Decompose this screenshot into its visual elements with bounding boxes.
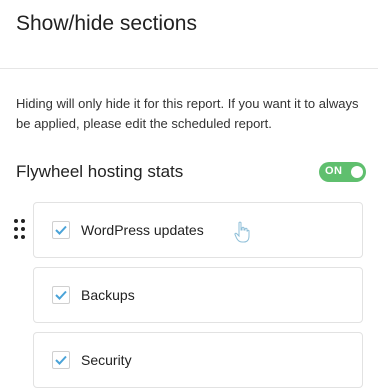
checkbox[interactable] xyxy=(52,286,70,304)
item-label: WordPress updates xyxy=(81,222,204,238)
item-label: Backups xyxy=(81,287,135,303)
page-title: Show/hide sections xyxy=(16,12,197,35)
checkmark-icon xyxy=(55,225,67,235)
toggle-knob xyxy=(351,166,363,178)
toggle-label: ON xyxy=(325,165,343,177)
checkbox[interactable] xyxy=(52,221,70,239)
checkmark-icon xyxy=(55,290,67,300)
description-text: Hiding will only hide it for this report… xyxy=(16,96,359,131)
list-item-backups[interactable]: Backups xyxy=(33,267,363,323)
checkbox[interactable] xyxy=(52,351,70,369)
dialog-header: Show/hide sections xyxy=(0,0,378,69)
checkmark-icon xyxy=(55,355,67,365)
section-toggle[interactable]: ON xyxy=(319,162,366,182)
section-header: Flywheel hosting stats ON xyxy=(16,160,366,184)
item-label: Security xyxy=(81,352,132,368)
list-item-security[interactable]: Security xyxy=(33,332,363,388)
list-item-wordpress-updates[interactable]: WordPress updates xyxy=(33,202,363,258)
drag-handle-icon[interactable] xyxy=(14,219,26,241)
section-title: Flywheel hosting stats xyxy=(16,162,184,181)
hand-cursor-icon xyxy=(234,221,250,243)
